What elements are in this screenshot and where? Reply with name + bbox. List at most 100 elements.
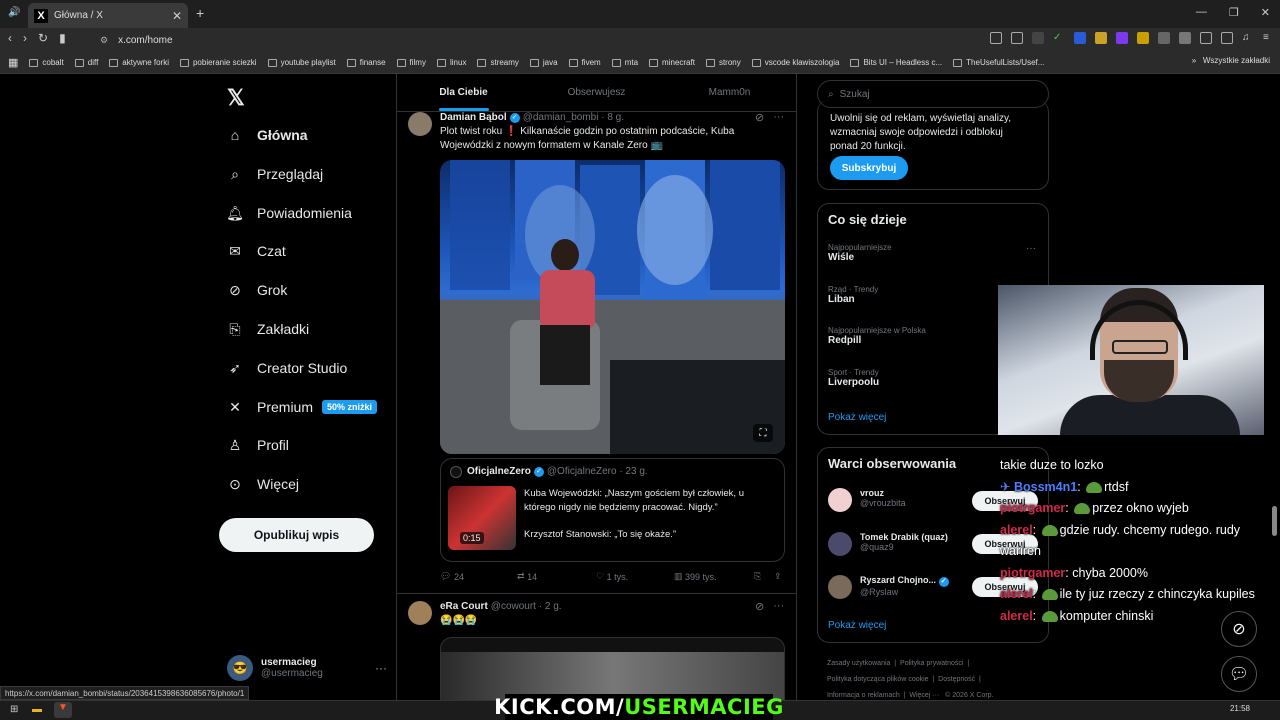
avatar[interactable] <box>828 532 852 556</box>
footer-link[interactable]: Polityka prywatności <box>900 660 963 667</box>
messages-fab-icon[interactable]: 💬︎ <box>1221 656 1257 692</box>
menu-icon[interactable]: ≡ <box>1263 32 1275 44</box>
bookmark-folder[interactable]: filmy <box>396 58 426 67</box>
tab-following[interactable]: Obserwujesz <box>530 74 663 111</box>
show-more-trends-link[interactable]: Pokaż więcej <box>828 412 886 423</box>
footer-link[interactable]: Informacja o reklamach <box>827 692 900 699</box>
footer-link[interactable]: Zasady użytkowania <box>827 660 890 667</box>
trend-item[interactable]: Sport · Trendy Liverpoolu <box>828 368 879 388</box>
views-button[interactable]: ▥ 399 tys. <box>674 571 754 582</box>
forward-icon[interactable]: › <box>23 31 27 45</box>
nav-bookmarks[interactable]: ⎘ Zakładki <box>227 318 309 340</box>
nav-notifications[interactable]: 🔔︎ Powiadomienia <box>226 202 352 224</box>
nav-grok[interactable]: ⊘ Grok <box>227 279 287 301</box>
minimize-icon[interactable]: — <box>1196 6 1207 19</box>
footer-link[interactable]: Polityka dotycząca plików cookie <box>827 676 929 683</box>
nav-explore[interactable]: ⌕ Przeglądaj <box>227 163 323 185</box>
tab-list[interactable]: Mamm0n <box>663 74 796 111</box>
bookmark-folder[interactable]: linux <box>436 58 466 67</box>
back-icon[interactable]: ‹ <box>8 31 12 45</box>
trend-item[interactable]: Najpopularniejsze Wiśle <box>828 243 892 263</box>
post-author[interactable]: eRa Court <box>440 601 488 612</box>
brave-shield-icon[interactable] <box>1032 32 1044 44</box>
bookmark[interactable]: aktywne forki <box>109 58 169 67</box>
follow-suggestion[interactable]: Tomek Drabik (quaz) @quaz9 <box>860 532 948 552</box>
extension-icon[interactable] <box>1095 32 1107 44</box>
extension-icon[interactable] <box>1137 32 1149 44</box>
reply-button[interactable]: 💬︎ 24 <box>440 571 517 582</box>
show-more-follow-link[interactable]: Pokaż więcej <box>828 620 886 631</box>
apps-icon[interactable]: ▦ <box>8 56 18 69</box>
bookmark-folder[interactable]: streamy <box>477 58 519 67</box>
grok-icon[interactable]: ⊘ <box>755 600 764 613</box>
bookmark[interactable]: youtube playlist <box>267 58 336 67</box>
more-icon[interactable]: ··· <box>773 600 784 613</box>
trend-item[interactable]: Rząd · Trendy Liban <box>828 285 878 305</box>
scrollbar-thumb[interactable] <box>1272 506 1277 536</box>
windows-start-icon[interactable]: ⊞ <box>10 704 18 715</box>
nav-chat[interactable]: ✉ Czat <box>227 240 286 262</box>
bookmark[interactable]: cobalt <box>29 58 64 67</box>
nav-more[interactable]: ⊙ Więcej <box>227 473 299 495</box>
bookmark[interactable]: vscode klawiszologia <box>751 58 839 67</box>
sidebar-icon[interactable] <box>1200 32 1212 44</box>
avatar[interactable] <box>828 575 852 599</box>
bookmark-folder[interactable]: mta <box>611 58 638 67</box>
extension-icon[interactable] <box>1158 32 1170 44</box>
nav-home[interactable]: ⌂ Główna <box>227 124 308 146</box>
post-button[interactable]: Opublikuj wpis <box>219 518 374 552</box>
extension-icon[interactable] <box>1116 32 1128 44</box>
footer-link[interactable]: Więcej ··· <box>909 692 939 699</box>
bookmark-folder[interactable]: java <box>529 58 558 67</box>
download-icon[interactable] <box>1221 32 1233 44</box>
bookmark-page-icon[interactable]: ▮ <box>59 31 66 45</box>
bookmark-folder[interactable]: fivem <box>568 58 601 67</box>
puzzle-icon[interactable] <box>1179 32 1191 44</box>
bookmark-folder[interactable]: strony <box>705 58 741 67</box>
cast-icon[interactable] <box>990 32 1002 44</box>
avatar[interactable] <box>828 488 852 512</box>
bookmark[interactable]: Bits UI – Headless c... <box>850 58 942 67</box>
close-window-icon[interactable]: ✕ <box>1261 6 1270 19</box>
post-time[interactable]: · 2 g. <box>539 601 562 612</box>
bookmark-folder[interactable]: finanse <box>346 58 386 67</box>
file-explorer-icon[interactable]: ▬ <box>32 704 42 715</box>
avatar[interactable] <box>408 601 432 625</box>
nav-profile[interactable]: ♙ Profil <box>227 434 289 456</box>
like-button[interactable]: ♡ 1 tys. <box>596 571 674 582</box>
avatar[interactable] <box>408 112 432 136</box>
bookmark-folder[interactable]: minecraft <box>649 58 695 67</box>
follow-suggestion[interactable]: vrouz @vrouzbita <box>860 488 906 508</box>
post-image[interactable]: ⛶ <box>440 160 785 454</box>
repost-button[interactable]: ⇄ 14 <box>517 571 596 582</box>
reload-icon[interactable]: ↻ <box>38 31 48 45</box>
url-field[interactable]: ⚙ x.com/home <box>94 30 984 50</box>
follow-suggestion[interactable]: Ryszard Chojno... ✓ @Ryslaw <box>860 575 952 597</box>
bookmark[interactable]: pobieranie sciezki <box>179 58 257 67</box>
share-icon[interactable]: ⇪ <box>774 571 782 582</box>
brave-browser-icon[interactable]: ▼ <box>54 702 72 718</box>
playlist-icon[interactable]: ♫ <box>1242 32 1254 44</box>
footer-link[interactable]: Dostępność <box>938 676 975 683</box>
new-tab-icon[interactable]: + <box>196 5 204 21</box>
browser-tab[interactable]: X Główna / X ✕ <box>28 3 188 28</box>
more-icon[interactable]: ··· <box>773 111 784 124</box>
grok-icon[interactable]: ⊘ <box>755 111 764 124</box>
nav-creator-studio[interactable]: ➶ Creator Studio <box>227 357 347 379</box>
grok-fab-icon[interactable]: ⊘ <box>1221 611 1257 647</box>
trend-item[interactable]: Najpopularniejsze w Polska Redpill <box>828 326 926 346</box>
post-handle[interactable]: @damian_bombi <box>523 112 599 123</box>
close-tab-icon[interactable]: ✕ <box>172 9 182 23</box>
check-icon[interactable]: ✓ <box>1053 32 1065 44</box>
all-bookmarks[interactable]: » Wszystkie zakładki <box>1192 56 1270 65</box>
bookmark[interactable]: diff <box>74 58 98 67</box>
post-author[interactable]: Damian Bąbol <box>440 112 507 123</box>
audio-icon[interactable]: 🔊 <box>8 7 20 18</box>
tab-for-you[interactable]: Dla Ciebie <box>397 74 530 111</box>
x-logo-icon[interactable]: 𝕏 <box>227 85 245 111</box>
bookmark[interactable]: TheUsefulLists/Usef... <box>953 58 1044 67</box>
more-icon[interactable]: ··· <box>1026 243 1036 254</box>
site-info-icon[interactable]: ⚙ <box>100 35 108 46</box>
post-handle[interactable]: @cowourt <box>491 601 536 612</box>
share-icon[interactable] <box>1011 32 1023 44</box>
